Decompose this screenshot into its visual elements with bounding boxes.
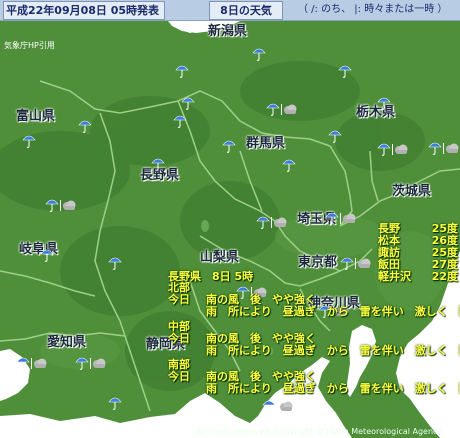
rain-icon	[181, 95, 205, 113]
rain-icon	[175, 63, 199, 81]
header-bar: 平成22年09月08日 05時発表 8日の天気 （ /: のち、 |: 時々また…	[0, 0, 460, 21]
rain-icon	[40, 247, 64, 265]
forecast-day-label: 今日	[168, 293, 190, 306]
rain-sometimes-cloud-icon	[266, 101, 302, 119]
rain-icon	[252, 46, 276, 64]
forecast-weather: 雨 所により 昼過ぎ から 雷を伴い 激しく 降る	[206, 305, 460, 318]
max-temperature: 22度	[431, 270, 458, 283]
prefecture-label: 愛知県	[47, 335, 87, 350]
forecast-day-label: 今日	[168, 370, 190, 383]
rain-icon	[173, 113, 197, 131]
symbol-legend-note: （ /: のち、 |: 時々または一時 ）	[298, 4, 448, 15]
rain-sometimes-cloud-icon	[377, 141, 413, 159]
rain-icon	[22, 133, 46, 151]
prefecture-label: 山梨県	[200, 250, 240, 265]
rain-icon	[151, 156, 175, 174]
copyright-footer: All rights reserved. Copyright © Japan M…	[196, 427, 443, 436]
temperature-row: 軽井沢 22度	[378, 271, 458, 283]
prefecture-label: 群馬県	[246, 136, 286, 151]
temperature-table: 長野 25度 松本 26度 諏訪 25度 飯田 27度 軽井沢 22度	[378, 223, 458, 283]
prefecture-label: 茨城県	[392, 184, 432, 199]
rain-icon	[377, 95, 401, 113]
prefecture-label: 東京都	[298, 255, 338, 270]
forecast-weather: 雨 所により 昼過ぎ から 雷を伴い 激しく 降る	[206, 382, 460, 395]
rain-icon	[78, 118, 102, 136]
rain-sometimes-cloud-icon	[75, 355, 111, 373]
forecast-weather: 雨 所により 昼過ぎ から 雷を伴い 激しく 降る	[206, 344, 460, 357]
prefecture-label: 富山県	[16, 109, 56, 124]
forecast-day-label: 今日	[168, 332, 190, 345]
rain-icon	[328, 128, 352, 146]
forecast-day-label: 8日の天気	[209, 1, 283, 20]
prefecture-label: 新潟県	[208, 24, 248, 39]
issued-time: 平成22年09月08日 05時発表	[3, 1, 165, 20]
weather-map-page: 平成22年09月08日 05時発表 8日の天気 （ /: のち、 |: 時々また…	[0, 0, 460, 438]
rain-icon	[338, 63, 362, 81]
source-credit: 気象庁HP引用	[4, 41, 55, 50]
rain-icon	[282, 157, 306, 175]
rain-icon	[222, 138, 246, 156]
rain-icon	[108, 395, 132, 413]
rain-sometimes-cloud-icon	[256, 214, 292, 232]
rain-sometimes-cloud-icon	[428, 140, 460, 158]
rain-icon	[108, 255, 132, 273]
rain-sometimes-cloud-icon	[262, 398, 298, 416]
city-name: 軽井沢	[378, 270, 411, 283]
rain-sometimes-cloud-icon	[45, 197, 81, 215]
rain-sometimes-cloud-icon	[340, 255, 376, 273]
rain-sometimes-cloud-icon	[325, 210, 361, 228]
rain-sometimes-cloud-icon	[16, 355, 52, 373]
